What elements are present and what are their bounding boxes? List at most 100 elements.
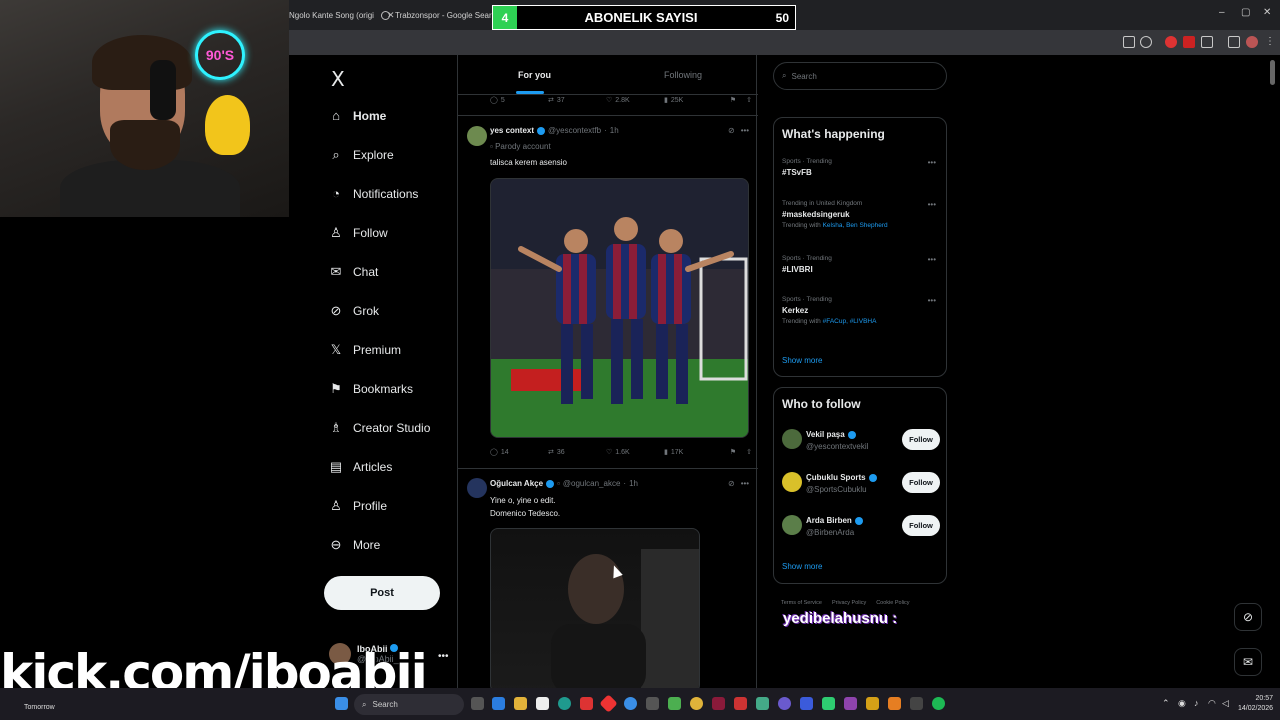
views-button[interactable]: ▮ 25K [664, 96, 722, 105]
extension-icon[interactable] [1165, 36, 1177, 48]
more-dots-icon[interactable]: ••• [438, 651, 449, 662]
nav-grok[interactable]: ⊘ Grok [329, 303, 379, 319]
follow-suggestion[interactable]: Çubuklu Sports @SportsCubuklu Follow [782, 469, 942, 499]
trend-item[interactable]: Trending in United Kingdom #maskedsinger… [782, 200, 942, 229]
app-icon[interactable] [734, 697, 747, 710]
reply-button[interactable]: ◯ 14 [490, 448, 548, 457]
nav-home[interactable]: ⌂ Home [329, 108, 386, 123]
nav-premium[interactable]: 𝕏 Premium [329, 342, 401, 358]
nav-profile[interactable]: ♙ Profile [329, 498, 387, 514]
tweet-video[interactable] [490, 528, 700, 688]
cast-icon[interactable] [1123, 36, 1135, 48]
share-icon[interactable]: ⇧ [746, 448, 752, 456]
nav-bookmarks[interactable]: ⚑ Bookmarks [329, 381, 413, 397]
menu-icon[interactable]: ⋮ [1265, 36, 1277, 48]
app-icon[interactable] [712, 697, 725, 710]
nav-chat[interactable]: ✉ Chat [329, 264, 379, 280]
minimize-button[interactable]: – [1219, 7, 1225, 18]
app-icon[interactable] [624, 697, 637, 710]
weather-widget[interactable]: Tomorrow [24, 704, 55, 711]
extension-icon[interactable] [1183, 36, 1195, 48]
nav-notifications[interactable]: ◔ Notifications [329, 186, 418, 201]
messages-float-button[interactable]: ✉ [1234, 648, 1262, 676]
grok-icon[interactable]: ⊘ [728, 126, 735, 135]
tab-following[interactable]: Following [664, 70, 702, 80]
app-icon[interactable] [599, 694, 618, 713]
scrollbar[interactable] [1270, 60, 1275, 85]
wifi-icon[interactable]: ◠ [1208, 698, 1216, 709]
more-dots-icon[interactable]: ••• [741, 479, 749, 488]
microphone-icon[interactable]: ♪ [1194, 698, 1199, 708]
search-input[interactable]: ⌕ Search [773, 62, 947, 90]
follow-button[interactable]: Follow [902, 515, 940, 536]
maximize-button[interactable]: ▢ [1241, 7, 1250, 18]
app-icon[interactable] [800, 697, 813, 710]
profile-avatar-icon[interactable] [1246, 36, 1258, 48]
chrome-icon[interactable] [690, 697, 703, 710]
tweet-image[interactable] [490, 178, 749, 438]
trend-item[interactable]: Sports · Trending #LIVBRI ••• [782, 255, 942, 274]
avatar[interactable] [467, 478, 487, 498]
task-view-icon[interactable] [471, 697, 484, 710]
reply-button[interactable]: ◯ 5 [490, 96, 548, 105]
trend-item[interactable]: Sports · Trending Kerkez Trending with #… [782, 296, 942, 325]
spotify-icon[interactable] [932, 697, 945, 710]
copilot-icon[interactable] [492, 697, 505, 710]
more-dots-icon[interactable]: ••• [928, 200, 936, 209]
bookmark-icon[interactable]: ⚑ [730, 96, 736, 104]
nav-follow[interactable]: ♙ Follow [329, 225, 388, 241]
close-window-button[interactable]: ✕ [1263, 7, 1271, 18]
more-dots-icon[interactable]: ••• [928, 255, 936, 264]
clock[interactable]: 20:57 14/02/2026 [1238, 694, 1273, 714]
bookmark-icon[interactable]: ⚑ [730, 448, 736, 456]
more-dots-icon[interactable]: ••• [928, 158, 936, 167]
steam-icon[interactable] [646, 697, 659, 710]
app-icon[interactable] [866, 697, 879, 710]
grok-float-button[interactable]: ⊘ [1234, 603, 1262, 631]
taskbar-search[interactable]: ⌕ Search [354, 694, 464, 715]
follow-suggestion[interactable]: Vekil paşa @yescontextvekil Follow [782, 426, 942, 456]
reading-list-icon[interactable] [1228, 36, 1240, 48]
more-dots-icon[interactable]: ••• [928, 296, 936, 305]
show-more-link[interactable]: Show more [782, 356, 822, 365]
post-button[interactable]: Post [324, 576, 440, 610]
trend-item[interactable]: Sports · Trending #TSvFB ••• [782, 158, 942, 177]
more-dots-icon[interactable]: ••• [741, 126, 749, 135]
repost-button[interactable]: ⇄ 37 [548, 96, 606, 105]
star-icon[interactable] [1140, 36, 1152, 48]
volume-icon[interactable]: ◁ [1222, 698, 1229, 709]
nav-articles[interactable]: ▤ Articles [329, 459, 393, 475]
shield-icon[interactable] [580, 697, 593, 710]
app-icon[interactable] [668, 697, 681, 710]
nav-more[interactable]: ⊖ More [329, 537, 381, 553]
like-button[interactable]: ♡ 1.6K [606, 448, 664, 457]
browser-tab[interactable]: Ngolo Kante Song (origi ✕ [289, 6, 395, 24]
grok-icon[interactable]: ⊘ [728, 479, 735, 488]
show-more-link[interactable]: Show more [782, 562, 822, 571]
x-logo[interactable]: X [331, 67, 345, 91]
app-icon[interactable] [910, 697, 923, 710]
tab-for-you[interactable]: For you [518, 70, 551, 80]
app-icon[interactable] [844, 697, 857, 710]
nav-explore[interactable]: ⌕ Explore [329, 147, 393, 163]
edge-icon[interactable] [558, 697, 571, 710]
share-icon[interactable]: ⇧ [746, 96, 752, 104]
network-icon[interactable]: ◉ [1178, 698, 1186, 709]
repost-button[interactable]: ⇄ 36 [548, 448, 606, 457]
store-icon[interactable] [536, 697, 549, 710]
app-icon[interactable] [822, 697, 835, 710]
puzzle-icon[interactable] [1201, 36, 1213, 48]
avatar[interactable] [467, 126, 487, 146]
nav-creator-studio[interactable]: ♗ Creator Studio [329, 420, 430, 436]
app-icon[interactable] [888, 697, 901, 710]
views-button[interactable]: ▮ 17K [664, 448, 722, 457]
follow-suggestion[interactable]: Arda Birben @BirbenArda Follow [782, 512, 942, 542]
chevron-up-icon[interactable]: ⌃ [1162, 698, 1170, 709]
windows-start-icon[interactable] [335, 697, 348, 710]
follow-button[interactable]: Follow [902, 472, 940, 493]
discord-icon[interactable] [778, 697, 791, 710]
follow-button[interactable]: Follow [902, 429, 940, 450]
like-button[interactable]: ♡ 2.8K [606, 96, 664, 105]
file-explorer-icon[interactable] [514, 697, 527, 710]
app-icon[interactable] [756, 697, 769, 710]
